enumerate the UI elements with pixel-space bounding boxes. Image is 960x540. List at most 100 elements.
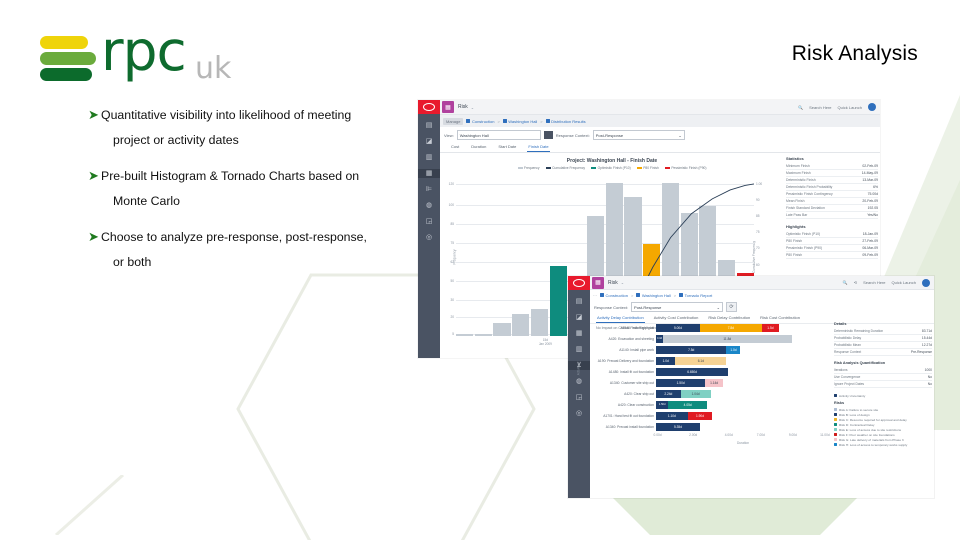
charts-icon[interactable]: ▥	[573, 345, 585, 354]
app2-title-chevron-down-icon[interactable]: ⌄	[621, 280, 624, 285]
setting-value: No	[927, 375, 932, 379]
dashboard-icon[interactable]: ▤	[423, 121, 435, 130]
tornado-bar: 0.3d 11.8d	[656, 334, 832, 343]
detail-label: Deterministic Remaining Duration	[834, 329, 884, 333]
x-axis-tick: 9.00d	[788, 433, 797, 437]
reports-icon[interactable]: ▦	[573, 329, 585, 338]
app1-title: Risk	[458, 104, 468, 110]
table-row: Finish Standard Deviation 192.05	[786, 205, 878, 212]
analytics-icon[interactable]: ◲	[573, 393, 585, 402]
breadcrumb-item-washington-hall[interactable]: Washington Hall	[502, 119, 537, 124]
risk-icon[interactable]: ◍	[573, 377, 585, 386]
breadcrumb-item-construction[interactable]: Construction	[600, 293, 628, 298]
logo-suffix: uk	[195, 51, 232, 86]
stat-value: 13-Mar-09	[862, 178, 878, 182]
tab-start-date[interactable]: Start Date	[497, 143, 517, 152]
legend-label: Activity Uncertainty	[839, 393, 866, 398]
setting-label: Use Convergence	[834, 375, 861, 379]
tornado-row: A420: Clear ship out 2.24d 1.04d	[590, 388, 832, 399]
app1-quicklaunch-label[interactable]: Quick Launch	[838, 105, 862, 110]
app1-search-icon[interactable]: 🔍	[798, 105, 803, 110]
legend-label: Risk D: Contractual Delay	[839, 422, 875, 427]
detail-value: 15.44d	[921, 336, 932, 340]
app2-search-label[interactable]: Search Here	[863, 280, 885, 285]
tornado-segment: 6.1d	[675, 356, 727, 365]
breadcrumb-item-washington-hall[interactable]: Washington Hall	[636, 293, 671, 298]
avatar[interactable]	[922, 278, 930, 287]
breadcrumb-label: Distribution Results	[551, 118, 586, 124]
breadcrumb-item-construction[interactable]: Construction	[466, 119, 494, 124]
projects-icon[interactable]: ◪	[423, 137, 435, 146]
tornado-bar: 2.24d 1.04d	[656, 389, 832, 398]
tab-finish-date[interactable]: Finish Date	[527, 143, 550, 152]
response-context-select[interactable]: Post-Response ⌄	[631, 302, 724, 312]
documents-icon[interactable]: ▥	[423, 153, 435, 162]
app2-grid-icon: ▦	[592, 276, 604, 289]
breadcrumb-separator: >	[630, 292, 634, 298]
risk-icon[interactable]: ◍	[423, 201, 435, 210]
response-context-select[interactable]: Post-Response ⌄	[592, 130, 685, 140]
app2-quicklaunch-label[interactable]: Quick Launch	[892, 280, 916, 285]
tornado-details-panel: Details Deterministic Remaining Duration…	[834, 322, 932, 447]
highlight-label: P80 Finish	[786, 253, 803, 257]
tornado-y-axis-label: Activities	[576, 362, 581, 376]
tornado-row: A420: Excavation and sheeting 0.3d 11.8d	[590, 333, 832, 344]
app1-title-chevron-down-icon[interactable]: ⌄	[471, 105, 474, 110]
tornado-row: A420: Clear construction 1.50d 4.05d	[590, 399, 832, 410]
stat-value: 14-May-09	[861, 171, 878, 175]
dashboard-icon[interactable]: ▤	[573, 297, 585, 306]
breadcrumb-overflow-icon[interactable]: ⋯	[593, 293, 597, 298]
table-row: Deterministic Finish 13-Mar-09	[786, 177, 878, 184]
tornado-segment: 1.50d	[656, 400, 669, 409]
tornado-x-axis: 0.00d 2.00d 4.00d 7.00d 9.00d 11.00d	[654, 432, 832, 441]
legend-label: Risk H: Loss of access to temporary work…	[839, 442, 908, 447]
avatar[interactable]	[868, 103, 876, 111]
settings-icon[interactable]: ◎	[573, 409, 585, 418]
reports-icon[interactable]: ▦	[418, 169, 440, 178]
tornado-segment: 5.00d	[656, 323, 700, 332]
statistics-panel: Statistics Minimum Finish 02-Feb-09 Maxim…	[786, 156, 878, 259]
legend-label: Risk B: Loss of design	[839, 412, 870, 417]
tab-duration[interactable]: Duration	[470, 143, 487, 152]
tornado-segment: 11.8d	[663, 334, 792, 343]
breadcrumb-separator: >	[673, 292, 677, 298]
breadcrumb-item-distribution-results[interactable]: Distribution Results	[545, 118, 586, 124]
tornado-row-label: A1340: Precast install foundation	[605, 424, 654, 429]
bullet-text: Quantitative visibility into likelihood …	[101, 106, 351, 150]
view-picker-button[interactable]	[543, 131, 553, 139]
breadcrumb: ⋯ Construction > Washington Hall > Torna…	[590, 290, 934, 300]
bullet-list: ➤ Quantitative visibility into likelihoo…	[88, 106, 418, 276]
highlight-value: 09-Feb-09	[862, 253, 878, 257]
app2-search-icon[interactable]: 🔍	[843, 280, 848, 285]
bullet-text: Pre-built Histogram & Tornado Charts bas…	[101, 167, 359, 211]
refresh-button[interactable]: ⟳	[726, 302, 738, 312]
list-item: ➤ Quantitative visibility into likelihoo…	[88, 106, 418, 150]
tornado-row: A1701: Hand test fit out foundation 1.10…	[590, 410, 832, 421]
legend-label: Frequency	[524, 166, 540, 170]
view-input[interactable]: Washington Hall	[456, 130, 541, 140]
schedule-icon[interactable]: ⊫	[423, 185, 435, 194]
analytics-icon[interactable]: ◲	[423, 217, 435, 226]
stat-value: 20-Feb-09	[862, 199, 878, 203]
legend-label: Cumulative Frequency	[552, 166, 586, 170]
tornado-row: A1340: Customer site ship out 1.50d 1.14…	[590, 377, 832, 388]
projects-icon[interactable]: ◪	[573, 313, 585, 322]
tab-cost[interactable]: Cost	[450, 143, 460, 152]
breadcrumb-manage-pill[interactable]: Manage	[443, 117, 464, 125]
breadcrumb-item-tornado-report[interactable]: Tornado Report	[679, 293, 712, 298]
detail-value: Pre-Response	[910, 350, 932, 354]
settings-icon[interactable]: ◎	[423, 233, 435, 242]
detail-label: Response Context	[834, 350, 862, 354]
tornado-row-label: A420: Clear construction	[617, 402, 654, 407]
bullet-arrow-icon: ➤	[88, 230, 99, 245]
app1-grid-icon: ▦	[442, 101, 454, 113]
tornado-row-label: A1340: Customer site ship out	[609, 380, 654, 385]
table-row: Minimum Finish 02-Feb-09	[786, 163, 878, 170]
app2-history-icon[interactable]: ⟲	[854, 280, 857, 285]
legend-item-pessimistic: Pessimistic Finish (P90)	[664, 166, 707, 170]
table-row: Ignore Project Dates No	[834, 381, 932, 388]
app1-search-label[interactable]: Search Here	[809, 105, 831, 110]
table-row: Use Convergence No	[834, 374, 932, 381]
tornado-segment: 1.90d	[687, 411, 713, 420]
app1-titlebar-actions: 🔍 Search Here Quick Launch	[798, 103, 880, 111]
